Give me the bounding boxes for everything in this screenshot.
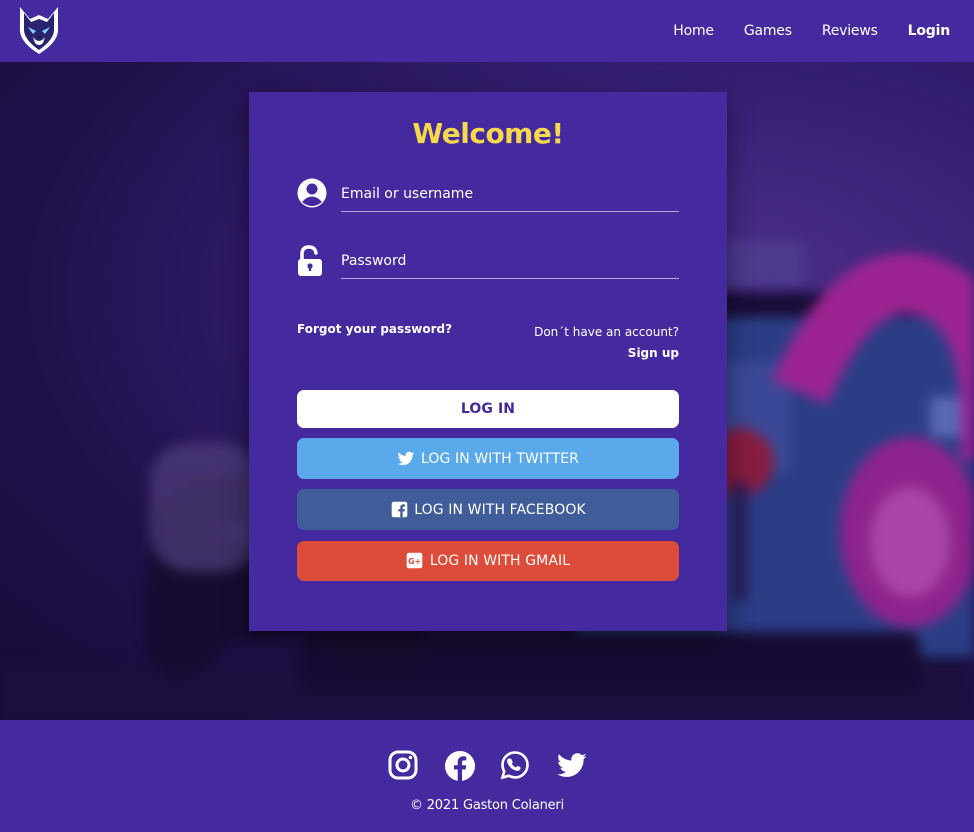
whatsapp-icon[interactable]	[500, 750, 532, 782]
nav-games[interactable]: Games	[744, 23, 792, 39]
google-plus-icon: G+	[406, 552, 424, 570]
nav-home[interactable]: Home	[673, 23, 714, 39]
email-input[interactable]	[341, 176, 679, 212]
instagram-icon[interactable]	[388, 750, 420, 782]
nav-reviews[interactable]: Reviews	[822, 23, 878, 39]
login-twitter-label: LOG IN WITH TWITTER	[420, 450, 580, 467]
welcome-title: Welcome!	[412, 117, 564, 150]
login-gmail-label: LOG IN WITH GMAIL	[429, 553, 571, 569]
forgot-password-link[interactable]: Forgot your password?	[297, 322, 452, 336]
nav-login[interactable]: Login	[908, 23, 951, 39]
login-facebook-label: LOG IN WITH FACEBOOK	[414, 501, 586, 518]
email-field-group	[297, 176, 679, 220]
navbar: Home Games Reviews Login	[0, 0, 974, 62]
footer: © 2021 Gaston Colaneri	[0, 720, 974, 832]
no-account-text: Don´t have an account?	[534, 325, 679, 339]
facebook-square-icon	[390, 501, 408, 519]
twitter-icon[interactable]	[556, 750, 588, 782]
user-circle-icon	[297, 178, 327, 208]
main-nav: Home Games Reviews Login	[673, 0, 950, 62]
password-field-group	[297, 243, 679, 287]
login-facebook-button[interactable]: LOG IN WITH FACEBOOK	[297, 489, 679, 530]
signup-link[interactable]: Sign up	[534, 343, 679, 364]
login-card: Welcome! Forgot your password? Don´t hav…	[249, 92, 727, 631]
login-gmail-button[interactable]: G+ LOG IN WITH GMAIL	[297, 541, 679, 581]
copyright-text: © 2021 Gaston Colaneri	[410, 798, 564, 813]
twitter-icon	[397, 450, 415, 468]
login-twitter-button[interactable]: LOG IN WITH TWITTER	[297, 438, 679, 479]
password-input[interactable]	[341, 243, 679, 279]
signup-prompt: Don´t have an account? Sign up	[534, 322, 679, 364]
facebook-icon[interactable]	[444, 750, 476, 782]
login-button[interactable]: LOG IN	[297, 390, 679, 428]
unlock-icon	[297, 245, 325, 276]
social-links	[388, 750, 588, 782]
svg-text:G+: G+	[408, 557, 421, 566]
wolf-logo-icon[interactable]	[16, 5, 62, 56]
login-button-label: LOG IN	[460, 401, 516, 417]
